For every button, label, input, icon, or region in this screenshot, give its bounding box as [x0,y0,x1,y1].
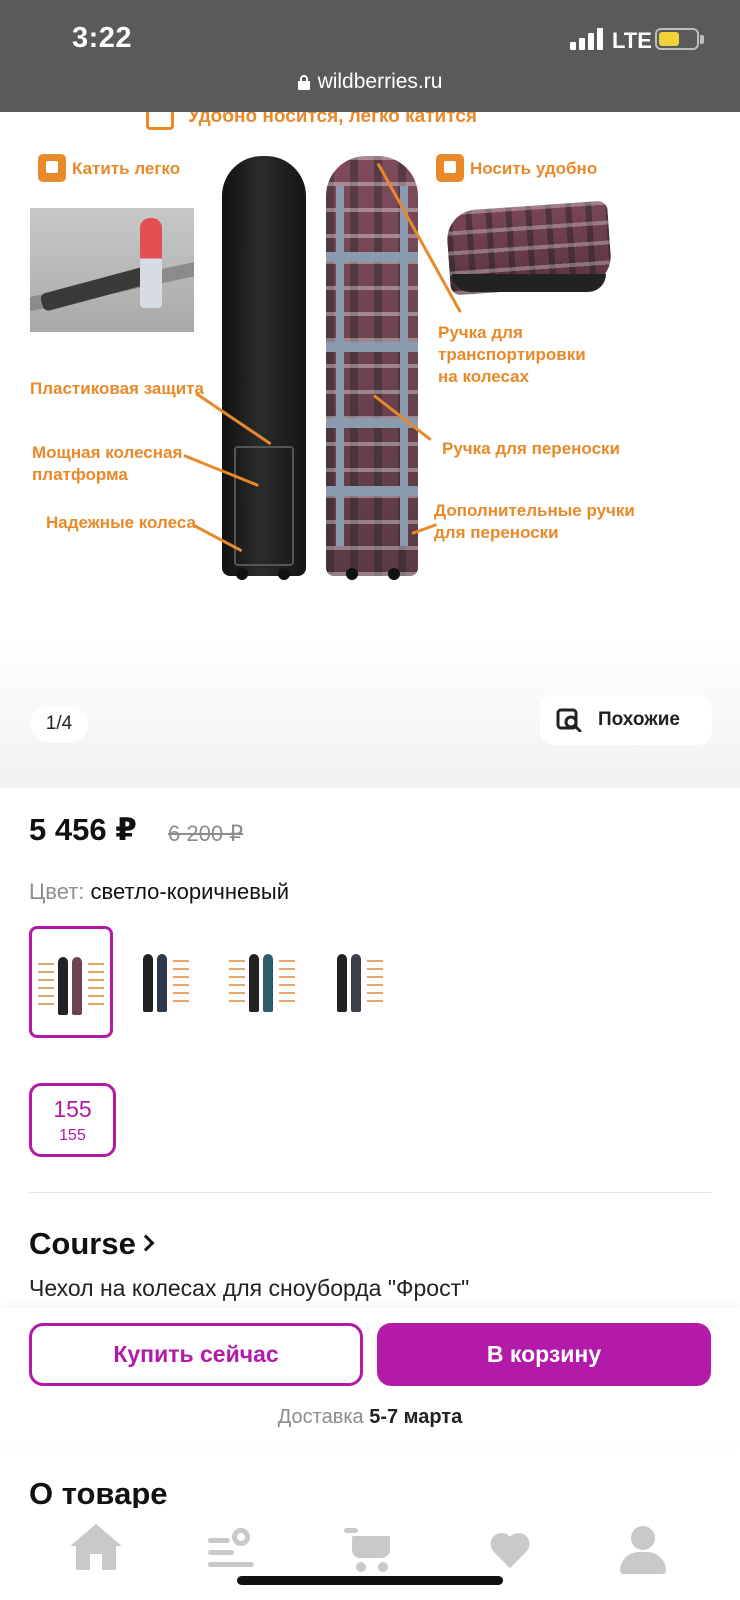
label-extra-handles-2: для переноски [434,523,559,542]
color-variants [29,926,729,1038]
add-to-cart-button[interactable]: В корзину [377,1323,711,1386]
brand-name: Course [29,1226,136,1261]
chevron-right-icon [137,1234,155,1252]
label-extra-handles-1: Дополнительные ручки [434,501,635,520]
battery-cap [700,35,704,44]
divider [29,1192,711,1193]
current-price: 5 456 ₽ [29,812,137,847]
tab-catalog[interactable] [204,1524,264,1574]
heart-icon [490,1534,530,1570]
about-heading: О товаре [29,1476,168,1511]
label-reliable-wheels: Надежные колеса [46,513,196,532]
tab-cart[interactable] [342,1524,402,1574]
signal-icon [570,28,603,50]
rolling-photo [30,208,194,332]
wheel-icon [346,568,358,580]
label-carry-handle: Ручка для переноски [442,439,620,458]
promo-title: Удобно носится, легко катится [188,112,477,127]
lock-icon [297,75,310,90]
color-label: Цвет: [29,879,85,904]
delivery-info: Доставка 5-7 марта [0,1406,740,1429]
label-wheel-platform-1: Мощная колесная [32,443,183,462]
product-image-gallery[interactable]: Удобно носится, легко катится Катить лег… [0,112,740,788]
color-variant-1[interactable] [29,926,113,1038]
delivery-label: Доставка [277,1406,364,1428]
label-roll-easy: Катить легко [72,159,181,178]
similar-label: Похожие [598,709,680,730]
battery-icon [655,28,699,50]
home-indicator[interactable] [237,1576,503,1585]
similar-search-icon [556,708,582,732]
status-time: 3:22 [72,22,133,54]
url-bar[interactable]: wildberries.ru [0,70,740,94]
color-row: Цвет: светло-коричневый [29,879,289,905]
tab-home[interactable] [70,1524,130,1574]
delivery-date: 5-7 марта [369,1406,463,1428]
image-pager: 1/4 [30,706,88,742]
size-value: 155 [53,1096,92,1122]
label-transport-handle-1: Ручка для [438,323,523,342]
tab-profile[interactable] [614,1524,674,1574]
bag-closeup-edge [452,274,606,292]
brand-link[interactable]: Course [29,1226,155,1262]
buy-now-button[interactable]: Купить сейчас [29,1323,363,1386]
label-transport-handle-2: транспортировки [438,345,586,364]
size-subvalue: 155 [59,1127,86,1144]
color-variant-4[interactable] [325,926,409,1038]
product-name: Чехол на колесах для сноуборда "Фрост" [29,1275,470,1301]
wheel-icon [236,568,248,580]
label-transport-handle-3: на колесах [438,367,530,386]
buy-bar: Купить сейчас В корзину Доставка 5-7 мар… [0,1308,740,1446]
promo-title-icon [146,112,174,130]
url-text: wildberries.ru [317,70,443,93]
thumbs-up-icon [38,154,66,182]
color-value: светло-коричневый [90,879,289,904]
label-carry-easy: Носить удобно [470,159,598,178]
plaid-bag-illustration [326,156,418,576]
wheel-icon [278,568,290,580]
network-type: LTE [612,28,652,53]
color-variant-2[interactable] [129,926,213,1038]
status-bar: 3:22 LTE wildberries.ru [0,0,740,112]
bottom-tab-bar [0,1508,740,1600]
label-wheel-platform-2: платформа [32,465,128,484]
tab-favorites[interactable] [482,1524,542,1574]
wheel-icon [388,568,400,580]
thumbs-up-icon [436,154,464,182]
color-variant-3[interactable] [225,926,309,1038]
black-bag-illustration [222,156,306,576]
product-image: Удобно носится, легко катится Катить лег… [28,112,640,594]
size-option-selected[interactable]: 155 155 [29,1083,116,1157]
label-plastic-protection: Пластиковая защита [30,379,204,398]
old-price: 6 200 ₽ [168,821,244,846]
similar-button[interactable]: Похожие [540,695,712,745]
